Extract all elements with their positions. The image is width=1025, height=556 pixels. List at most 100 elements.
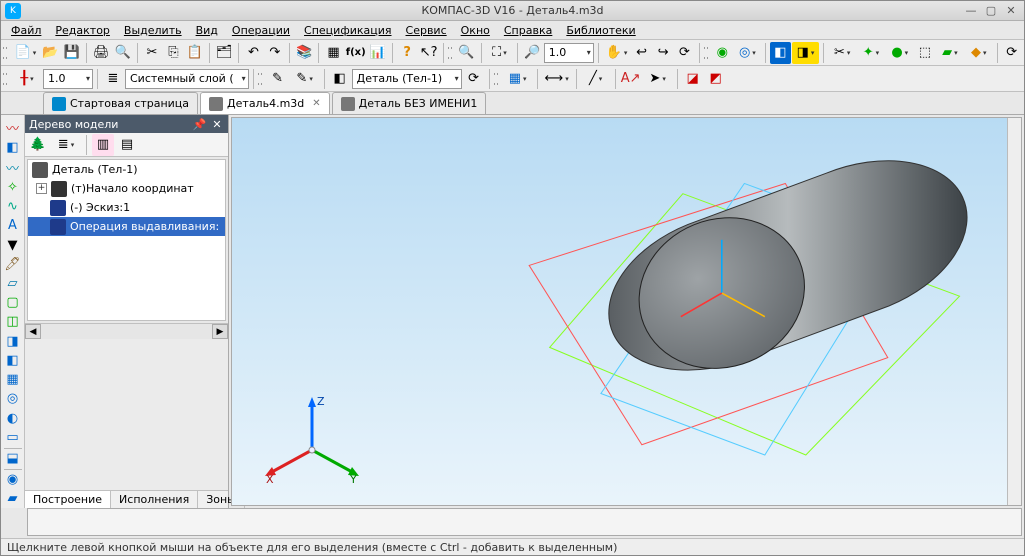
menu-service[interactable]: Сервис: [400, 22, 453, 39]
model-tree[interactable]: Деталь (Тел-1) + (т)Начало координат (-)…: [27, 159, 226, 321]
scroll-right-button[interactable]: ▶: [212, 324, 228, 339]
zoom-prev-button[interactable]: ↩: [631, 42, 651, 64]
zoom-fit-button[interactable]: ⛶: [486, 42, 514, 64]
tree-item-sketch[interactable]: (-) Эскиз:1: [28, 198, 225, 217]
filter-icon[interactable]: ▼: [3, 236, 23, 254]
section-button[interactable]: ✂: [828, 42, 856, 64]
refresh-button[interactable]: ⟳: [674, 42, 694, 64]
attributes-button[interactable]: 🗂: [214, 42, 234, 64]
tab-detail-unnamed[interactable]: Деталь БЕЗ ИМЕНИ1: [332, 92, 487, 114]
save-button[interactable]: 💾: [62, 42, 82, 64]
pattern-icon[interactable]: ▦: [3, 371, 23, 389]
zoom-combo[interactable]: 1.0: [544, 43, 594, 63]
toggle-button-1[interactable]: ◪: [682, 68, 704, 90]
tab-start-page[interactable]: Стартовая страница: [43, 92, 198, 114]
dim-button[interactable]: ⟷: [542, 68, 572, 90]
toolbar-grip[interactable]: [258, 69, 264, 89]
menu-libraries[interactable]: Библиотеки: [560, 22, 641, 39]
sketch-edit-button[interactable]: ✎: [290, 68, 320, 90]
scroll-left-button[interactable]: ◀: [25, 324, 41, 339]
zoom-in-button[interactable]: 🔎: [522, 42, 542, 64]
sheet-icon[interactable]: ▭: [3, 428, 23, 446]
rebuild-button[interactable]: ⟳: [1002, 42, 1022, 64]
solid-op-icon[interactable]: ◨: [3, 332, 23, 350]
edges-button[interactable]: ⬚: [915, 42, 935, 64]
toolbar-grip[interactable]: [704, 43, 710, 63]
spline-icon[interactable]: 〰: [3, 157, 23, 177]
annot-aa-button[interactable]: A↗: [620, 68, 642, 90]
panel-tab-exec[interactable]: Исполнения: [111, 491, 198, 508]
panel-tab-build[interactable]: Построение: [25, 491, 111, 508]
display-mode-button[interactable]: ◨: [792, 42, 820, 64]
extrude-icon[interactable]: ⬓: [3, 449, 23, 467]
viewport-vscrollbar[interactable]: [1007, 118, 1021, 505]
toggle-button-2[interactable]: ◩: [705, 68, 727, 90]
library-manager-button[interactable]: 📚: [294, 42, 314, 64]
help-button[interactable]: ?: [397, 42, 417, 64]
tree-btn-2[interactable]: ≣: [51, 134, 81, 156]
context-help-button[interactable]: ↖?: [418, 42, 438, 64]
hole-icon[interactable]: ◧: [3, 351, 23, 369]
cut-button[interactable]: ✂: [142, 42, 162, 64]
shell-icon[interactable]: ◎: [3, 390, 23, 408]
points-button[interactable]: ●: [886, 42, 914, 64]
line-style-button[interactable]: ╂: [12, 68, 42, 90]
menu-operations[interactable]: Операции: [226, 22, 296, 39]
tree-root[interactable]: Деталь (Тел-1): [28, 160, 225, 179]
sweep-icon[interactable]: ▰: [3, 490, 23, 508]
zoom-next-button[interactable]: ↪: [653, 42, 673, 64]
menu-view[interactable]: Вид: [190, 22, 224, 39]
fx-button[interactable]: f(x): [345, 42, 367, 64]
hatch-button[interactable]: ▦: [503, 68, 533, 90]
menu-file[interactable]: Файл: [5, 22, 47, 39]
part-refresh-button[interactable]: ⟳: [463, 68, 485, 90]
surf-icon[interactable]: ◫: [3, 313, 23, 331]
scale-combo[interactable]: 1.0: [43, 69, 93, 89]
toolbar-grip[interactable]: [3, 69, 9, 89]
point-icon[interactable]: ✧: [3, 178, 23, 196]
plane-icon[interactable]: ▱: [3, 274, 23, 292]
print-button[interactable]: 🖨: [91, 42, 111, 64]
panel-toggle-icon[interactable]: ◧: [3, 138, 23, 156]
arrow-button[interactable]: ➤: [643, 68, 673, 90]
menu-select[interactable]: Выделить: [118, 22, 188, 39]
toolbar-grip[interactable]: [3, 43, 9, 63]
part-combo[interactable]: Деталь (Тел-1): [352, 69, 462, 89]
menu-window[interactable]: Окно: [455, 22, 496, 39]
maximize-button[interactable]: ▢: [984, 4, 998, 18]
tree-btn-3[interactable]: ▥: [92, 134, 114, 156]
wireframe-button[interactable]: ◎: [733, 42, 761, 64]
tree-hscroller[interactable]: ◀ ▶: [25, 323, 228, 339]
toolbar-grip[interactable]: [448, 43, 454, 63]
solid-cube-button[interactable]: ◧: [770, 42, 790, 64]
face-button[interactable]: ▰: [936, 42, 964, 64]
expand-icon[interactable]: +: [36, 183, 47, 194]
geometry-icon[interactable]: 〰: [3, 117, 23, 137]
sketch-button[interactable]: ✎: [267, 68, 289, 90]
layers-button[interactable]: ≣: [102, 68, 124, 90]
tree-btn-1[interactable]: 🌲: [27, 134, 49, 156]
tree-item-extrude[interactable]: Операция выдавливания:: [28, 217, 225, 236]
body-button[interactable]: ◆: [965, 42, 993, 64]
3d-viewport[interactable]: Z Y X: [231, 117, 1022, 506]
variables-button[interactable]: ▦: [323, 42, 343, 64]
zoom-window-button[interactable]: 🔍: [456, 42, 476, 64]
copy-button[interactable]: ⎘: [163, 42, 183, 64]
scroll-track[interactable]: [41, 324, 212, 339]
boolean-icon[interactable]: ◐: [3, 409, 23, 427]
menu-editor[interactable]: Редактор: [49, 22, 116, 39]
text-tool-icon[interactable]: A: [3, 217, 23, 235]
panel-pin-button[interactable]: 📌: [193, 118, 207, 131]
toolbar-grip[interactable]: [494, 69, 500, 89]
print-preview-button[interactable]: 🔍: [112, 42, 132, 64]
tab-close-button[interactable]: ✕: [312, 98, 320, 109]
shade-render-button[interactable]: ◉: [712, 42, 732, 64]
curve-icon[interactable]: ∿: [3, 197, 23, 215]
revolve-icon[interactable]: ◉: [3, 471, 23, 489]
panel-close-button[interactable]: ✕: [210, 118, 224, 131]
open-button[interactable]: 📂: [40, 42, 60, 64]
measure-icon[interactable]: 🖊: [3, 255, 23, 273]
tab-detail4[interactable]: Деталь4.m3d ✕: [200, 92, 330, 114]
pan-button[interactable]: ✋: [603, 42, 631, 64]
menu-help[interactable]: Справка: [498, 22, 558, 39]
